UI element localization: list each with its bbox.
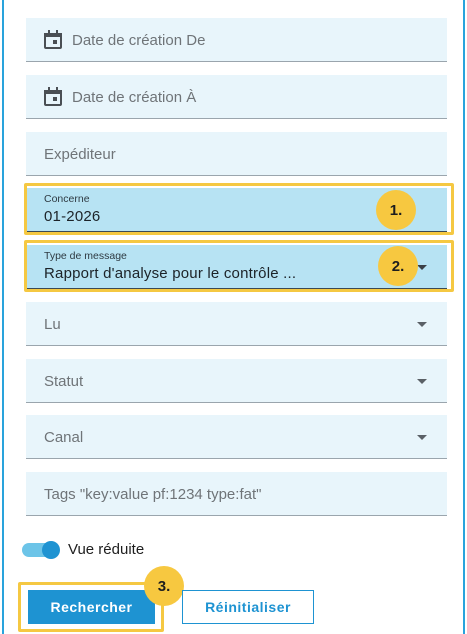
- annotation-badge-1: 1.: [376, 190, 416, 230]
- date-to-placeholder: Date de création À: [72, 89, 197, 106]
- read-placeholder: Lu: [44, 316, 61, 333]
- annotation-badge-2: 2.: [378, 246, 418, 286]
- channel-select[interactable]: Canal: [26, 415, 447, 459]
- tags-placeholder: Tags "key:value pf:1234 type:fat": [44, 486, 262, 503]
- calendar-icon[interactable]: [44, 30, 62, 49]
- status-select[interactable]: Statut: [26, 359, 447, 403]
- chevron-down-icon[interactable]: [417, 322, 427, 327]
- reset-button[interactable]: Réinitialiser: [182, 590, 314, 624]
- channel-placeholder: Canal: [44, 429, 84, 446]
- sender-placeholder: Expéditeur: [44, 146, 116, 163]
- compact-view-label: Vue réduite: [68, 541, 145, 558]
- date-from-field[interactable]: Date de création De: [26, 18, 447, 62]
- compact-view-toggle[interactable]: [22, 541, 60, 559]
- date-to-field[interactable]: Date de création À: [26, 75, 447, 119]
- read-select[interactable]: Lu: [26, 302, 447, 346]
- sender-field[interactable]: Expéditeur: [26, 132, 447, 176]
- chevron-down-icon[interactable]: [417, 379, 427, 384]
- chevron-down-icon[interactable]: [417, 435, 427, 440]
- tags-input[interactable]: Tags "key:value pf:1234 type:fat": [26, 472, 447, 516]
- calendar-icon[interactable]: [44, 87, 62, 106]
- annotation-highlight-3: [18, 582, 164, 632]
- date-from-placeholder: Date de création De: [72, 32, 206, 49]
- status-placeholder: Statut: [44, 373, 84, 390]
- annotation-badge-3: 3.: [144, 566, 184, 606]
